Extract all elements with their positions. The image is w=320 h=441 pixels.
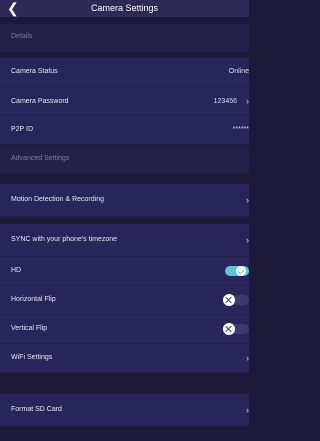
section-header-advanced: Advanced Settings [0,146,249,174]
chevron-right-icon: › [246,405,249,415]
row-format-sd[interactable]: Format SD Card › [0,394,249,427]
camera-password-value: 123456 [213,98,237,105]
nav-bar: ❮ Camera Settings [0,0,249,17]
divider [0,217,249,224]
check-icon [236,266,246,276]
close-icon [223,323,235,335]
horizontal-flip-toggle[interactable] [223,294,249,306]
section-header-details: Details [0,24,249,52]
row-wifi-settings[interactable]: WiFi Settings › [0,344,249,373]
divider [0,373,249,394]
row-horizontal-flip: Horizontal Flip [0,286,249,315]
vertical-flip-toggle[interactable] [223,323,249,335]
motion-detection-label: Motion Detection & Recording [11,196,104,203]
p2p-id-value: ****** [232,126,249,133]
horizontal-flip-label: Horizontal Flip [11,296,56,303]
chevron-right-icon: › [246,96,249,106]
row-camera-password[interactable]: Camera Password 123456 › [0,87,249,116]
camera-status-value: Online [228,68,249,75]
row-vertical-flip: Vertical Flip [0,315,249,344]
row-p2p-id: P2P ID ****** [0,116,249,145]
format-sd-label: Format SD Card [11,406,62,413]
close-icon [223,294,235,306]
section-title-details: Details [11,33,33,40]
chevron-right-icon: › [246,195,249,205]
hd-label: HD [11,267,22,274]
chevron-right-icon: › [246,235,249,245]
camera-password-label: Camera Password [11,98,69,105]
row-hd: HD [0,257,249,286]
row-motion-detection[interactable]: Motion Detection & Recording › [0,184,249,217]
row-camera-status: Camera Status Online [0,58,249,87]
page-title: Camera Settings [90,3,159,13]
p2p-id-label: P2P ID [11,126,34,133]
chevron-right-icon: › [246,353,249,363]
section-title-advanced: Advanced Settings [11,155,70,162]
vertical-flip-label: Vertical Flip [11,325,48,332]
camera-status-label: Camera Status [11,68,58,75]
row-sync-timezone[interactable]: SYNC with your phone's timezone › [0,224,249,257]
sync-timezone-label: SYNC with your phone's timezone [11,236,117,243]
hd-toggle[interactable] [225,266,249,276]
wifi-settings-label: WiFi Settings [11,354,53,361]
